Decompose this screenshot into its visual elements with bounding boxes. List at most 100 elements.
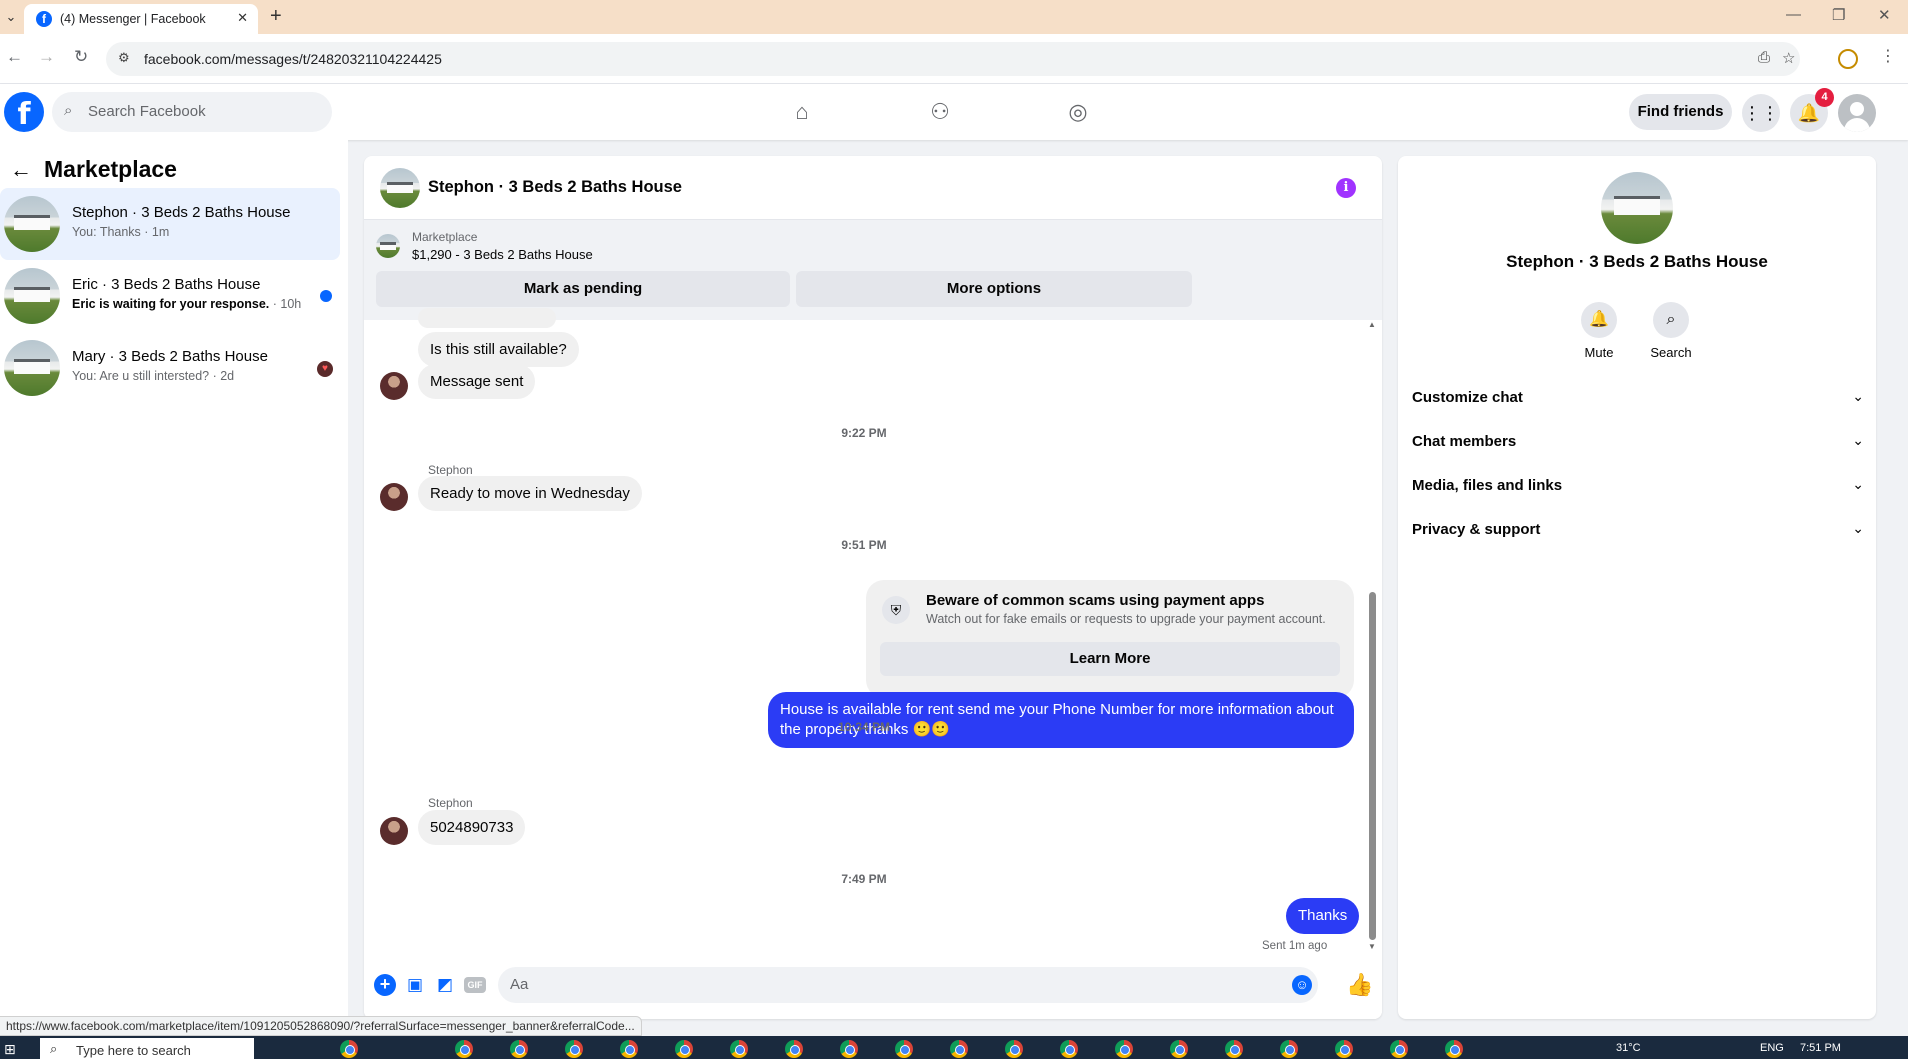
language-indicator[interactable]: ENG bbox=[1760, 1042, 1784, 1054]
customize-chat-section[interactable]: Customize chat ⌄ bbox=[1412, 380, 1864, 416]
chrome-taskbar-icon[interactable] bbox=[1225, 1040, 1243, 1058]
install-app-icon[interactable]: ⎙ bbox=[1758, 49, 1770, 66]
scam-warning-description: Watch out for fake emails or requests to… bbox=[926, 612, 1326, 626]
thumbs-up-icon[interactable]: 👍 bbox=[1346, 972, 1373, 998]
browser-tab[interactable]: f (4) Messenger | Facebook ✕ bbox=[24, 4, 258, 34]
info-icon[interactable]: i bbox=[1336, 178, 1356, 198]
reload-icon[interactable]: ↻ bbox=[74, 47, 88, 67]
message-scrollbar[interactable]: ▲ ▼ bbox=[1368, 320, 1376, 958]
chrome-taskbar-icon[interactable] bbox=[895, 1040, 913, 1058]
house-thumbnail bbox=[4, 196, 60, 252]
listing-thumbnail[interactable] bbox=[376, 234, 400, 258]
sticker-icon[interactable]: ◩ bbox=[434, 974, 456, 996]
chrome-taskbar-icon[interactable] bbox=[1060, 1040, 1078, 1058]
chrome-taskbar-icon[interactable] bbox=[1115, 1040, 1133, 1058]
emoji-icon[interactable]: ☺ bbox=[1292, 975, 1312, 995]
chrome-taskbar-icon[interactable] bbox=[510, 1040, 528, 1058]
chrome-taskbar-icon[interactable] bbox=[565, 1040, 583, 1058]
search-in-conversation-button[interactable]: ⌕ Search bbox=[1641, 302, 1701, 360]
more-options-button[interactable]: More options bbox=[796, 271, 1192, 307]
chrome-taskbar-icon[interactable] bbox=[620, 1040, 638, 1058]
address-bar[interactable]: ⚙ facebook.com/messages/t/24820321104224… bbox=[106, 42, 1800, 76]
chrome-taskbar-icon[interactable] bbox=[455, 1040, 473, 1058]
find-friends-button[interactable]: Find friends bbox=[1629, 94, 1732, 130]
chrome-taskbar-icon[interactable] bbox=[1005, 1040, 1023, 1058]
scroll-thumb[interactable] bbox=[1369, 592, 1376, 940]
chrome-taskbar-icon[interactable] bbox=[1445, 1040, 1463, 1058]
close-window-icon[interactable]: ✕ bbox=[1878, 6, 1891, 24]
sent-status: Sent 1m ago bbox=[1262, 940, 1328, 952]
sender-avatar[interactable] bbox=[380, 817, 408, 845]
restore-icon[interactable]: ❐ bbox=[1832, 6, 1845, 24]
marketplace-banner: Marketplace $1,290 - 3 Beds 2 Baths Hous… bbox=[364, 220, 1382, 320]
chat-avatar[interactable] bbox=[380, 168, 420, 208]
forward-icon[interactable]: → bbox=[38, 47, 55, 67]
scam-warning-card: ⛨ Beware of common scams using payment a… bbox=[866, 580, 1354, 698]
mute-label: Mute bbox=[1584, 345, 1614, 360]
mute-button[interactable]: 🔔 Mute bbox=[1569, 302, 1629, 360]
chevron-down-icon: ⌄ bbox=[1852, 520, 1864, 536]
groups-icon[interactable]: ◎ bbox=[1064, 98, 1092, 126]
chrome-taskbar-icon[interactable] bbox=[950, 1040, 968, 1058]
tab-search-chevron-icon[interactable]: ⌄ bbox=[2, 6, 20, 28]
chrome-taskbar-icon[interactable] bbox=[1335, 1040, 1353, 1058]
friends-icon[interactable]: ⚇ bbox=[926, 98, 954, 126]
clock-time[interactable]: 7:51 PM bbox=[1800, 1042, 1841, 1054]
sender-avatar[interactable] bbox=[380, 483, 408, 511]
chrome-taskbar-icon[interactable] bbox=[785, 1040, 803, 1058]
home-icon[interactable]: ⌂ bbox=[788, 98, 816, 126]
windows-start-icon[interactable]: ⊞ bbox=[4, 1041, 16, 1058]
section-title: Privacy & support bbox=[1412, 521, 1541, 538]
back-arrow-icon[interactable]: ← bbox=[10, 157, 32, 183]
mark-as-pending-button[interactable]: Mark as pending bbox=[376, 271, 790, 307]
chat-header: Stephon · 3 Beds 2 Baths House i bbox=[364, 156, 1382, 220]
notification-count-badge: 4 bbox=[1815, 88, 1834, 107]
media-files-links-section[interactable]: Media, files and links ⌄ bbox=[1412, 468, 1864, 504]
section-title: Customize chat bbox=[1412, 389, 1523, 406]
attach-photo-icon[interactable]: ▣ bbox=[404, 974, 426, 996]
bookmark-star-icon[interactable]: ☆ bbox=[1782, 49, 1795, 67]
taskbar-search-input[interactable]: ⌕ Type here to search bbox=[40, 1038, 254, 1059]
house-thumbnail bbox=[4, 268, 60, 324]
scroll-up-arrow-icon[interactable]: ▲ bbox=[1368, 320, 1376, 329]
browser-menu-icon[interactable]: ⋮ bbox=[1880, 46, 1896, 66]
banner-label: Marketplace bbox=[412, 230, 478, 244]
timestamp: 10:34 PM bbox=[837, 720, 891, 734]
close-tab-icon[interactable]: ✕ bbox=[237, 10, 248, 26]
browser-profile-icon[interactable] bbox=[1838, 49, 1858, 69]
chat-members-section[interactable]: Chat members ⌄ bbox=[1412, 424, 1864, 460]
new-tab-icon[interactable]: + bbox=[270, 5, 282, 28]
facebook-logo-icon[interactable]: f bbox=[4, 92, 44, 132]
chrome-taskbar-icon[interactable] bbox=[340, 1040, 358, 1058]
gif-icon[interactable]: GIF bbox=[464, 977, 486, 993]
chrome-taskbar-icon[interactable] bbox=[1390, 1040, 1408, 1058]
menu-grid-icon[interactable]: ⋮⋮ bbox=[1742, 94, 1780, 132]
sender-avatar[interactable] bbox=[380, 372, 408, 400]
chrome-taskbar-icon[interactable] bbox=[1170, 1040, 1188, 1058]
conversation-item-eric[interactable]: Eric · 3 Beds 2 Baths House Eric is wait… bbox=[0, 260, 340, 332]
learn-more-button[interactable]: Learn More bbox=[880, 642, 1340, 676]
site-info-icon[interactable]: ⚙ bbox=[118, 50, 130, 66]
chrome-taskbar-icon[interactable] bbox=[840, 1040, 858, 1058]
conversation-item-mary[interactable]: Mary · 3 Beds 2 Baths House You: Are u s… bbox=[0, 332, 340, 404]
more-actions-plus-icon[interactable]: + bbox=[374, 974, 396, 996]
listing-price-title[interactable]: $1,290 - 3 Beds 2 Baths House bbox=[412, 247, 593, 262]
conversation-avatar[interactable] bbox=[1601, 172, 1673, 244]
account-avatar[interactable] bbox=[1838, 94, 1876, 132]
chat-title[interactable]: Stephon · 3 Beds 2 Baths House bbox=[428, 178, 682, 197]
back-icon[interactable]: ← bbox=[6, 47, 23, 67]
scroll-down-arrow-icon[interactable]: ▼ bbox=[1368, 942, 1376, 951]
chrome-taskbar-icon[interactable] bbox=[730, 1040, 748, 1058]
minimize-icon[interactable]: — bbox=[1786, 6, 1801, 23]
chrome-taskbar-icon[interactable] bbox=[675, 1040, 693, 1058]
privacy-support-section[interactable]: Privacy & support ⌄ bbox=[1412, 512, 1864, 548]
conversation-item-stephon[interactable]: Stephon · 3 Beds 2 Baths House You: Than… bbox=[0, 188, 340, 260]
search-label: Search bbox=[1650, 345, 1692, 360]
chrome-taskbar-icon[interactable] bbox=[1280, 1040, 1298, 1058]
scam-warning-title: Beware of common scams using payment app… bbox=[926, 592, 1265, 609]
message-input[interactable]: Aa ☺ bbox=[498, 967, 1318, 1003]
chevron-down-icon: ⌄ bbox=[1852, 388, 1864, 404]
facebook-search-input[interactable]: ⌕ Search Facebook bbox=[52, 92, 332, 132]
conversation-name: Stephon · 3 Beds 2 Baths House bbox=[72, 204, 291, 221]
temperature-readout[interactable]: 31°C bbox=[1616, 1042, 1641, 1054]
